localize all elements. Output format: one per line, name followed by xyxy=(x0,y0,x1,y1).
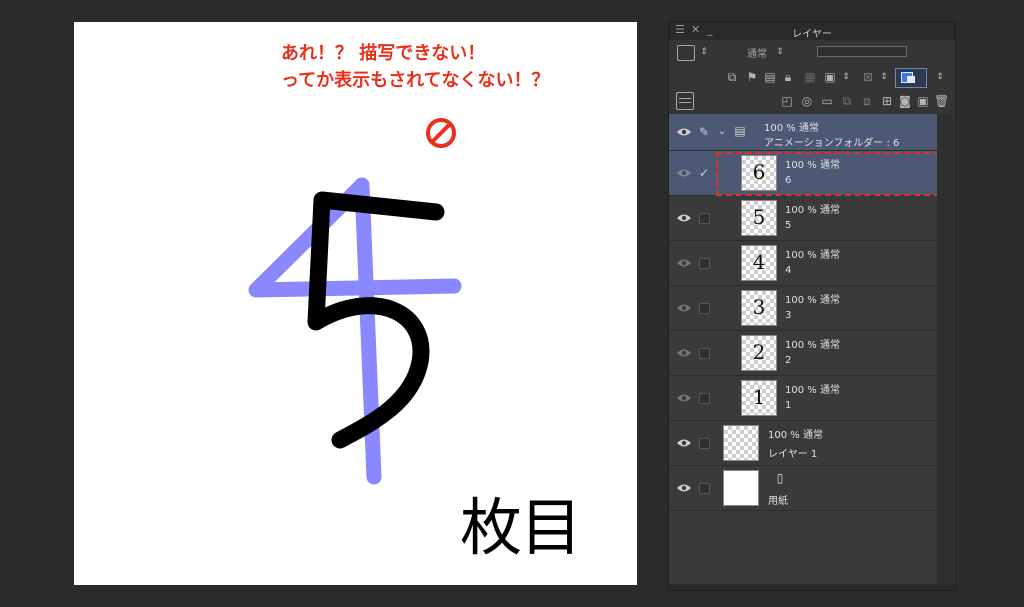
layer-checkbox[interactable] xyxy=(699,258,710,269)
layer-name: レイヤー 1 xyxy=(768,449,818,460)
eye-icon[interactable] xyxy=(676,303,692,313)
layer-row-base[interactable]: 100 % 通常 レイヤー 1 xyxy=(669,421,937,466)
layer-props: 100 % 通常 xyxy=(785,340,840,351)
chevron-updown-icon[interactable]: ⇕ xyxy=(697,45,711,59)
eye-icon[interactable] xyxy=(676,168,692,178)
color-swatch-secondary-icon xyxy=(907,76,915,83)
checkmark-icon[interactable]: ✓ xyxy=(697,166,711,180)
blend-mode-select[interactable]: 通常 xyxy=(747,45,767,60)
mask-icon[interactable]: ▦ xyxy=(803,70,817,84)
merge-icon[interactable]: ⊞ xyxy=(880,94,894,108)
pencil-icon: ✎ xyxy=(698,125,710,139)
drawing-canvas[interactable]: あれ！？ 描写できない！ ってか表示もされてなくない！？ 枚目 xyxy=(74,22,637,585)
folder-icon: ▤ xyxy=(734,124,746,138)
layer-props: 100 % 通常 xyxy=(764,123,819,134)
layer-row-folder[interactable]: ✎ ⌄ ▤ 100 % 通常 アニメーションフォルダー : 6 xyxy=(669,114,937,151)
layer-name: 1 xyxy=(785,400,792,411)
layer-name: 4 xyxy=(785,265,792,276)
layer-thumbnail xyxy=(723,470,759,506)
eye-icon[interactable] xyxy=(676,127,692,137)
layer-name: アニメーションフォルダー : 6 xyxy=(764,138,900,149)
ruler-icon[interactable]: ⊠ xyxy=(861,70,875,84)
layer-row-3[interactable]: 3 100 % 通常 3 xyxy=(669,286,937,331)
layer-panel: ☰ ✕ _ レイヤー ⇕ 通常 ⇕ ⧉ ⚑ ▤ 🔒︎ ▦ ▣ ⇕ ⊠ ⇕ ⇕ ◰… xyxy=(668,21,956,591)
layer-thumbnail: 3 xyxy=(741,290,777,326)
layer-props: 100 % 通常 xyxy=(785,295,840,306)
layer-row-2[interactable]: 2 100 % 通常 2 xyxy=(669,331,937,376)
lock-transparency-icon[interactable]: ▤ xyxy=(763,70,777,84)
layer-name: 2 xyxy=(785,355,792,366)
clip-icon[interactable]: ⧉ xyxy=(725,70,739,84)
layer-row-5[interactable]: 5 100 % 通常 5 xyxy=(669,196,937,241)
panel-titlebar: ☰ ✕ _ レイヤー xyxy=(669,22,955,40)
layer-checkbox[interactable] xyxy=(699,438,710,449)
layer-color-button[interactable] xyxy=(895,68,927,88)
selection-highlight xyxy=(716,152,940,196)
color-chevron-icon[interactable]: ⇕ xyxy=(933,70,947,84)
layer-name: 用紙 xyxy=(768,496,788,507)
mask-layer-icon[interactable]: ◙ xyxy=(898,94,912,108)
lock-toolbar: ⧉ ⚑ ▤ 🔒︎ ▦ ▣ ⇕ ⊠ ⇕ ⇕ xyxy=(669,66,955,88)
combine-icon[interactable]: ⧈ xyxy=(860,94,874,108)
layer-props: 100 % 通常 xyxy=(785,205,840,216)
eye-icon[interactable] xyxy=(676,213,692,223)
layer-list: ✎ ⌄ ▤ 100 % 通常 アニメーションフォルダー : 6 ✓ 6 100 … xyxy=(669,114,955,584)
layer-thumbnail: 1 xyxy=(741,380,777,416)
layer-thumbnail: 2 xyxy=(741,335,777,371)
eye-icon[interactable] xyxy=(676,348,692,358)
layer-row-4[interactable]: 4 100 % 通常 4 xyxy=(669,241,937,286)
eye-icon[interactable] xyxy=(676,438,692,448)
reference-icon[interactable]: ⚑ xyxy=(745,70,759,84)
paper-icon: ▯ xyxy=(776,471,784,485)
layer-row-1[interactable]: 1 100 % 通常 1 xyxy=(669,376,937,421)
layer-props: 100 % 通常 xyxy=(785,385,840,396)
layer-actions-toolbar: ◰ ◎ ▭ ⧉ ⧈ ⊞ ◙ ▣ 🗑︎ xyxy=(669,88,955,115)
eye-icon[interactable] xyxy=(676,483,692,493)
layer-row-paper[interactable]: ▯ 用紙 xyxy=(669,466,937,511)
lock-icon[interactable]: 🔒︎ xyxy=(781,70,795,84)
mask-chevron-icon[interactable]: ⇕ xyxy=(839,70,853,84)
layer-props: 100 % 通常 xyxy=(768,430,823,441)
layer-checkbox[interactable] xyxy=(699,393,710,404)
layer-props: 100 % 通常 xyxy=(785,250,840,261)
layer-property-icon[interactable] xyxy=(676,92,694,110)
chevron-down-icon[interactable]: ⌄ xyxy=(715,125,729,139)
panel-title: レイヤー xyxy=(792,29,832,40)
new-folder-icon[interactable]: ▭ xyxy=(820,94,834,108)
layer-thumbnail xyxy=(723,425,759,461)
layer-color-icon[interactable] xyxy=(677,45,695,61)
layer-scrollbar[interactable] xyxy=(937,114,954,584)
frame-count-label: 枚目 xyxy=(460,491,582,564)
eye-icon[interactable] xyxy=(676,258,692,268)
layer-name: 5 xyxy=(785,220,792,231)
layer-checkbox[interactable] xyxy=(699,483,710,494)
trash-icon[interactable]: 🗑︎ xyxy=(934,94,949,108)
layer-checkbox[interactable] xyxy=(699,213,710,224)
layer-mask-icon[interactable]: ▣ xyxy=(823,70,837,84)
apply-mask-icon[interactable]: ▣ xyxy=(916,94,930,108)
opacity-slider[interactable] xyxy=(817,46,907,57)
new-vector-layer-icon[interactable]: ◎ xyxy=(800,94,814,108)
layer-checkbox[interactable] xyxy=(699,303,710,314)
eye-icon[interactable] xyxy=(676,393,692,403)
layer-name: 3 xyxy=(785,310,792,321)
panel-resize-handle[interactable] xyxy=(669,584,955,590)
new-raster-layer-icon[interactable]: ◰ xyxy=(780,94,794,108)
layer-thumbnail: 5 xyxy=(741,200,777,236)
blend-toolbar: ⇕ 通常 ⇕ xyxy=(669,40,955,66)
transfer-down-icon[interactable]: ⧉ xyxy=(840,94,854,108)
layer-checkbox[interactable] xyxy=(699,348,710,359)
layer-thumbnail: 4 xyxy=(741,245,777,281)
blend-chevron-icon[interactable]: ⇕ xyxy=(773,45,787,59)
ruler-chevron-icon[interactable]: ⇕ xyxy=(877,70,891,84)
